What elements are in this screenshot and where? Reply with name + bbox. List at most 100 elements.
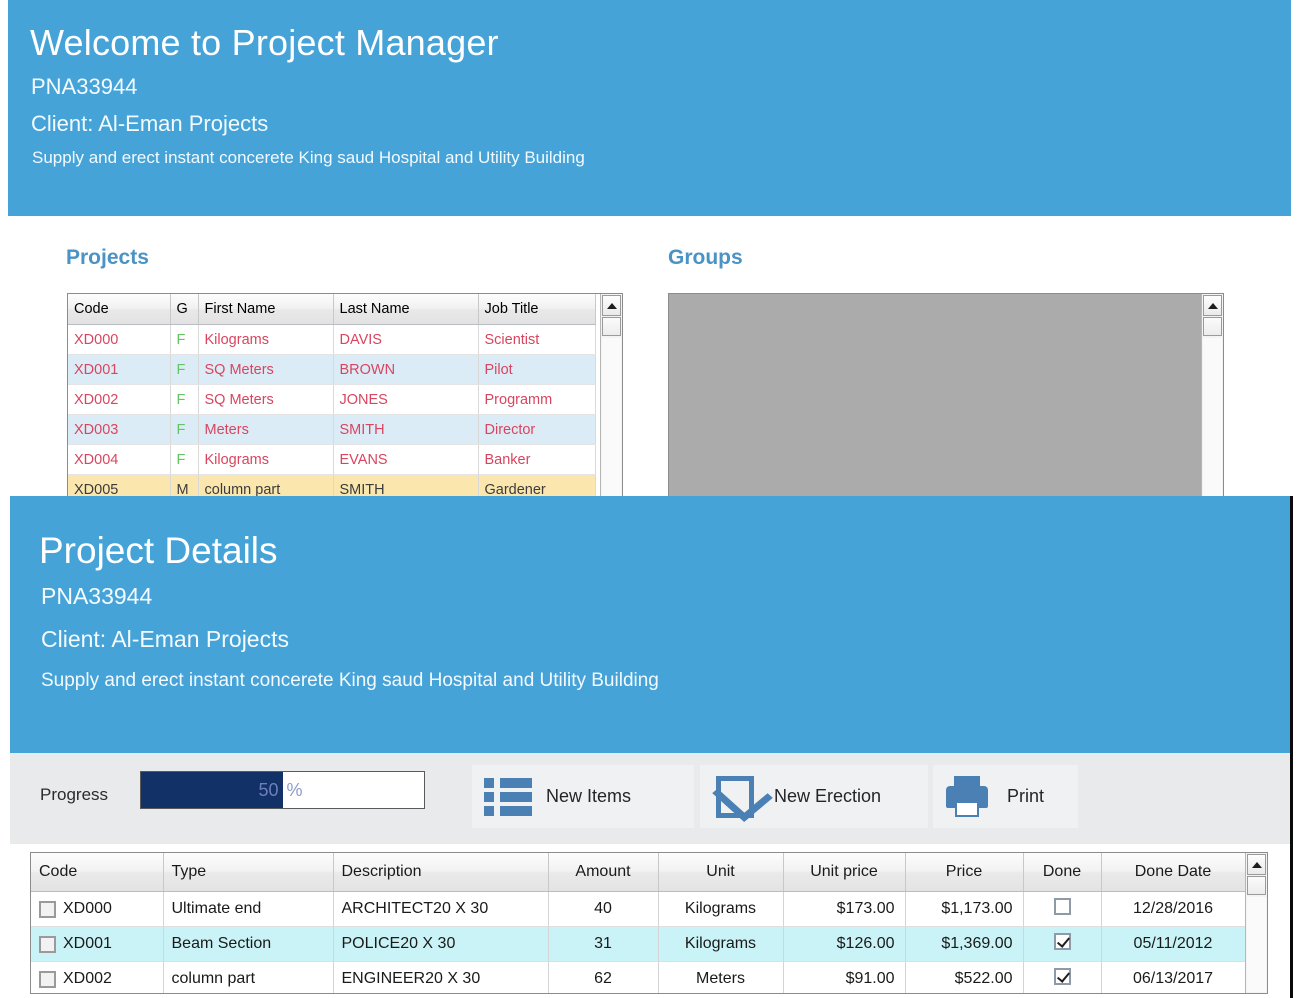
cell-code: XD003: [68, 414, 171, 445]
cell-description: ENGINEER20 X 30: [333, 961, 549, 993]
cell-unit: Meters: [658, 961, 784, 993]
projects-panel-label: Projects: [66, 246, 149, 269]
items-col-type[interactable]: Type: [163, 853, 334, 892]
cell-last-name: BROWN: [333, 354, 479, 385]
project-details-window: Project Details PNA33944 Client: Al-Eman…: [10, 496, 1293, 998]
done-checkbox[interactable]: [1053, 933, 1071, 950]
scroll-up-arrow-icon[interactable]: [1247, 854, 1266, 875]
table-row[interactable]: XD003 F Meters SMITH Director: [68, 414, 596, 445]
cell-price: $1,173.00: [905, 891, 1024, 927]
scrollbar-thumb[interactable]: [602, 317, 621, 336]
window-left-edge: [0, 0, 8, 500]
items-grid-scrollbar[interactable]: [1245, 853, 1267, 993]
details-description: Supply and erect instant concerete King …: [41, 670, 659, 691]
cell-amount: 40: [548, 891, 659, 927]
cell-code: XD002: [68, 384, 171, 415]
groups-grid[interactable]: [668, 293, 1224, 503]
table-row[interactable]: XD004 F Kilograms EVANS Banker: [68, 444, 596, 475]
progress-bar-fill: 50: [141, 772, 283, 808]
details-header-banner: Project Details PNA33944 Client: Al-Eman…: [10, 496, 1290, 753]
projects-grid[interactable]: Code G First Name Last Name Job Title XD…: [67, 293, 623, 503]
table-row[interactable]: XD002 column part ENGINEER20 X 30 62 Met…: [31, 961, 1246, 993]
projects-header-row: Code G First Name Last Name Job Title: [68, 294, 596, 325]
cell-gender: F: [170, 414, 199, 445]
progress-bar[interactable]: 50 %: [140, 771, 425, 809]
cell-unit: Kilograms: [658, 891, 784, 927]
items-col-done-date[interactable]: Done Date: [1101, 853, 1246, 892]
cell-unit-price: $126.00: [783, 926, 906, 962]
cell-job-title: Banker: [478, 444, 596, 475]
scrollbar-track[interactable]: [1247, 897, 1266, 992]
welcome-client: Client: Al-Eman Projects: [31, 111, 269, 136]
new-erection-button[interactable]: New Erection: [700, 765, 928, 828]
cell-code: XD000: [31, 891, 164, 927]
row-select-checkbox[interactable]: [39, 935, 56, 953]
cell-type: Ultimate end: [163, 891, 334, 927]
list-icon: [480, 773, 536, 821]
cell-first-name: SQ Meters: [198, 384, 334, 415]
projects-grid-scrollbar[interactable]: [600, 294, 622, 502]
cell-done: [1023, 926, 1102, 962]
row-select-checkbox[interactable]: [39, 900, 56, 918]
items-col-description[interactable]: Description: [333, 853, 549, 892]
projects-table: Code G First Name Last Name Job Title XD…: [68, 294, 596, 502]
items-col-amount[interactable]: Amount: [548, 853, 659, 892]
items-table: Code Type Description Amount Unit Unit p…: [31, 853, 1246, 993]
projects-col-last-name[interactable]: Last Name: [333, 294, 479, 325]
row-select-checkbox[interactable]: [39, 970, 56, 988]
scroll-up-arrow-icon[interactable]: [602, 295, 621, 316]
scroll-up-arrow-icon[interactable]: [1203, 295, 1222, 316]
cell-amount: 31: [548, 926, 659, 962]
projects-col-first-name[interactable]: First Name: [198, 294, 334, 325]
cell-last-name: EVANS: [333, 444, 479, 475]
cell-code: XD000: [68, 324, 171, 355]
cell-code-text: XD000: [63, 900, 112, 917]
cell-gender: F: [170, 444, 199, 475]
scrollbar-track[interactable]: [1203, 338, 1222, 501]
new-erection-button-label: New Erection: [774, 786, 882, 806]
welcome-title: Welcome to Project Manager: [30, 22, 499, 63]
items-col-unit[interactable]: Unit: [658, 853, 784, 892]
print-button[interactable]: Print: [933, 765, 1078, 828]
cell-code: XD001: [31, 926, 164, 962]
scrollbar-track[interactable]: [602, 338, 621, 501]
table-row[interactable]: XD001 F SQ Meters BROWN Pilot: [68, 354, 596, 385]
cell-done: [1023, 891, 1102, 927]
items-col-code[interactable]: Code: [31, 853, 164, 892]
cell-code: XD002: [31, 961, 164, 993]
cell-gender: F: [170, 354, 199, 385]
cell-first-name: Meters: [198, 414, 334, 445]
items-col-price[interactable]: Price: [905, 853, 1024, 892]
items-grid[interactable]: Code Type Description Amount Unit Unit p…: [30, 852, 1268, 994]
table-row[interactable]: XD000 Ultimate end ARCHITECT20 X 30 40 K…: [31, 891, 1246, 927]
cell-done-date: 05/11/2012: [1101, 926, 1246, 962]
items-col-done[interactable]: Done: [1023, 853, 1102, 892]
details-project-code: PNA33944: [41, 583, 153, 609]
projects-col-job-title[interactable]: Job Title: [478, 294, 596, 325]
new-items-button[interactable]: New Items: [472, 765, 694, 828]
scrollbar-thumb[interactable]: [1247, 876, 1266, 895]
done-checkbox[interactable]: [1053, 968, 1071, 985]
welcome-project-code: PNA33944: [31, 74, 138, 99]
cell-code: XD001: [68, 354, 171, 385]
welcome-description: Supply and erect instant concerete King …: [32, 148, 585, 167]
cell-price: $522.00: [905, 961, 1024, 993]
table-row[interactable]: XD001 Beam Section POLICE20 X 30 31 Kilo…: [31, 926, 1246, 962]
cell-amount: 62: [548, 961, 659, 993]
groups-grid-scrollbar[interactable]: [1201, 294, 1223, 502]
cell-unit: Kilograms: [658, 926, 784, 962]
cell-first-name: Kilograms: [198, 444, 334, 475]
projects-col-code[interactable]: Code: [68, 294, 171, 325]
welcome-window: Welcome to Project Manager PNA33944 Clie…: [0, 0, 1299, 503]
cell-code-text: XD001: [63, 935, 112, 952]
cell-description: ARCHITECT20 X 30: [333, 891, 549, 927]
cell-last-name: SMITH: [333, 414, 479, 445]
cell-done-date: 12/28/2016: [1101, 891, 1246, 927]
table-row[interactable]: XD002 F SQ Meters JONES Programm: [68, 384, 596, 415]
table-row[interactable]: XD000 F Kilograms DAVIS Scientist: [68, 324, 596, 355]
details-title: Project Details: [39, 530, 278, 571]
done-checkbox[interactable]: [1053, 898, 1071, 915]
scrollbar-thumb[interactable]: [1203, 317, 1222, 336]
items-col-unit-price[interactable]: Unit price: [783, 853, 906, 892]
projects-col-g[interactable]: G: [170, 294, 199, 325]
